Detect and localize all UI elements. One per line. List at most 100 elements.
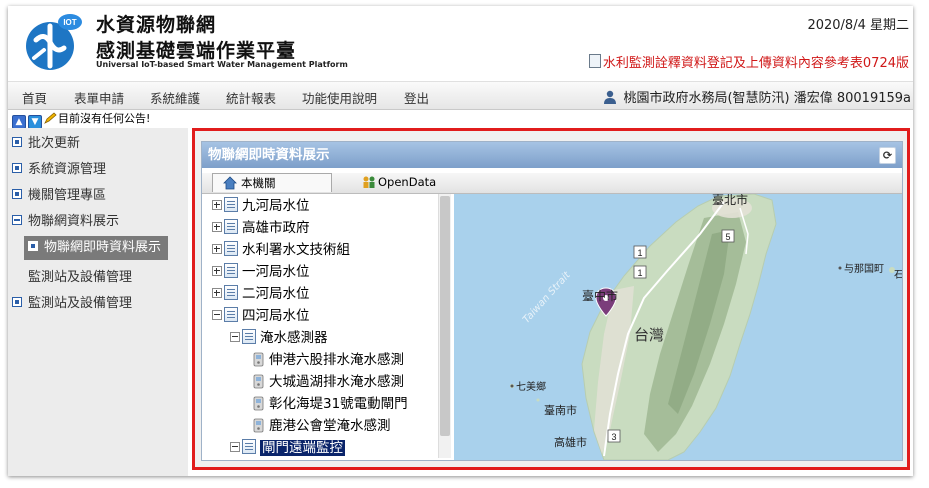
nav-form-application[interactable]: 表單申請 bbox=[74, 88, 124, 107]
tree-node[interactable]: 二河局水位 bbox=[212, 284, 310, 304]
map-label-taipei: 臺北市 bbox=[712, 194, 748, 207]
panel-tab-bar: 本機關 OpenData bbox=[202, 173, 902, 194]
tree-scrollbar-thumb[interactable] bbox=[440, 196, 450, 436]
tree-device[interactable]: 大城過湖排水淹水感測 bbox=[252, 372, 404, 392]
svg-text:3: 3 bbox=[611, 432, 616, 442]
tree-device-label: 鹿港公會堂淹水感測 bbox=[269, 418, 391, 434]
tab-own-agency[interactable]: 本機關 bbox=[212, 173, 332, 192]
sidebar-item-iot-realtime[interactable]: 物聯網即時資料展示 bbox=[24, 236, 168, 260]
scroll-up-button[interactable]: ▲ bbox=[12, 115, 26, 129]
sensor-device-icon bbox=[253, 418, 264, 433]
collapse-icon[interactable] bbox=[212, 310, 222, 320]
tree-node[interactable]: 四河局水位 bbox=[212, 306, 310, 326]
expand-icon[interactable] bbox=[212, 200, 222, 210]
tree-device[interactable]: 伸港六股排水淹水感測 bbox=[252, 350, 404, 370]
nav-user-guide[interactable]: 功能使用說明 bbox=[302, 88, 377, 107]
expand-icon[interactable] bbox=[212, 288, 222, 298]
tree-node-group[interactable]: 淹水感測器 bbox=[230, 328, 328, 348]
sensor-device-icon bbox=[253, 374, 264, 389]
road-shield-1b: 1 bbox=[633, 265, 647, 279]
svg-text:1: 1 bbox=[637, 248, 642, 258]
collapse-icon bbox=[12, 215, 22, 225]
tree-node[interactable]: 高雄市政府 bbox=[212, 218, 310, 238]
tree-device[interactable]: 彰化海堤31號電動閘門 bbox=[252, 394, 408, 414]
folder-sheet-icon bbox=[224, 285, 238, 300]
tab-opendata[interactable]: OpenData bbox=[362, 173, 436, 192]
tab-opendata-label: OpenData bbox=[378, 175, 437, 189]
road-shield-1: 1 bbox=[633, 245, 647, 259]
sidebar-item-label: 批次更新 bbox=[28, 136, 81, 151]
folder-sheet-icon bbox=[242, 439, 256, 454]
bullet-icon bbox=[12, 137, 22, 147]
nav-statistics-report[interactable]: 統計報表 bbox=[226, 88, 276, 107]
taiwan-map: 5 1 1 3 臺北市 臺中市 台灣 Taiwan Strait 七美鄉 臺南市… bbox=[454, 194, 902, 460]
current-user-text: 桃園市政府水務局(智慧防汛) 潘宏偉 80019159a bbox=[623, 91, 911, 106]
sidebar-item-batch-update[interactable]: 批次更新 bbox=[12, 132, 80, 151]
metadata-reference-link-text: 水利監測詮釋資料登記及上傳資料內容參考表0724版 bbox=[602, 56, 909, 71]
nav-logout[interactable]: 登出 bbox=[404, 88, 429, 107]
sidebar-item-label: 機關管理專區 bbox=[28, 188, 107, 203]
nav-system-maintenance[interactable]: 系統維護 bbox=[150, 88, 200, 107]
collapse-icon[interactable] bbox=[230, 442, 240, 452]
panel-title: 物聯網即時資料展示 bbox=[208, 147, 330, 163]
tree-device[interactable]: 鹿港公會堂淹水感測 bbox=[252, 416, 391, 436]
tree-node-label: 淹水感測器 bbox=[260, 330, 328, 346]
sidebar-item-system-resources[interactable]: 系統資源管理 bbox=[12, 158, 106, 177]
top-nav-bar: 首頁 表單申請 系統維護 統計報表 功能使用說明 登出 桃園市政府水務局(智慧防… bbox=[8, 81, 913, 110]
tree-node-selected[interactable]: 閘門遠端監控 bbox=[230, 438, 345, 458]
app-window: IOT 水資源物聯網 感測基礎雲端作業平臺 Universal IoT-base… bbox=[8, 6, 913, 476]
people-icon bbox=[363, 176, 375, 188]
tree-node-label: 九河局水位 bbox=[242, 198, 310, 214]
map-label-taiwan: 台灣 bbox=[634, 326, 664, 344]
refresh-button[interactable]: ⟳ bbox=[879, 147, 896, 164]
tab-own-agency-label: 本機關 bbox=[241, 176, 276, 190]
home-icon bbox=[223, 176, 237, 190]
tree-scrollbar[interactable] bbox=[438, 194, 451, 458]
sidebar-item-station-equipment[interactable]: 監測站及設備管理 bbox=[12, 292, 132, 311]
nav-home[interactable]: 首頁 bbox=[22, 88, 47, 107]
tree-node-label: 高雄市政府 bbox=[242, 220, 310, 236]
expand-icon[interactable] bbox=[212, 222, 222, 232]
bullet-icon bbox=[12, 297, 22, 307]
svg-text:5: 5 bbox=[725, 232, 730, 242]
sidebar-item-station-equipment-sub[interactable]: 監測站及設備管理 bbox=[28, 266, 132, 285]
tree-node[interactable]: 九河局水位 bbox=[212, 196, 310, 216]
sidebar-item-iot-data-display[interactable]: 物聯網資料展示 bbox=[12, 210, 119, 229]
folder-sheet-icon bbox=[224, 197, 238, 212]
road-shield-3: 3 bbox=[607, 429, 621, 443]
tree-node-label: 一河局水位 bbox=[242, 264, 310, 280]
folder-sheet-icon bbox=[224, 241, 238, 256]
sensor-device-icon bbox=[253, 352, 264, 367]
map-label-yonaguni: 与那国町 bbox=[844, 263, 884, 275]
folder-sheet-icon bbox=[224, 263, 238, 278]
sensor-device-icon bbox=[253, 396, 264, 411]
bullet-icon bbox=[12, 189, 22, 199]
tree-node[interactable]: 水利署水文技術組 bbox=[212, 240, 350, 260]
map-label-qimei: 七美鄉 bbox=[516, 380, 546, 393]
svg-text:1: 1 bbox=[637, 268, 642, 278]
expand-icon[interactable] bbox=[212, 266, 222, 276]
map-view[interactable]: 5 1 1 3 臺北市 臺中市 台灣 Taiwan Strait 七美鄉 臺南市… bbox=[454, 194, 902, 460]
metadata-reference-link[interactable]: 水利監測詮釋資料登記及上傳資料內容參考表0724版 bbox=[588, 52, 909, 71]
announcement-bar: ▲ ▼ 目前沒有任何公告! bbox=[12, 110, 150, 129]
expand-icon[interactable] bbox=[212, 244, 222, 254]
document-icon bbox=[588, 54, 601, 68]
tree-node-label: 閘門遠端監控 bbox=[260, 440, 345, 456]
highlight-frame: 物聯網即時資料展示 ⟳ 本機關 OpenData 九河局水位 高雄市政府 水利署… bbox=[192, 128, 910, 470]
tree-node[interactable]: 一河局水位 bbox=[212, 262, 310, 282]
sidebar-item-agency-management[interactable]: 機關管理專區 bbox=[12, 184, 106, 203]
user-icon bbox=[604, 90, 617, 104]
scroll-down-button[interactable]: ▼ bbox=[28, 115, 42, 129]
current-user: 桃園市政府水務局(智慧防汛) 潘宏偉 80019159a bbox=[603, 87, 911, 106]
bullet-icon bbox=[28, 241, 38, 251]
station-tree: 九河局水位 高雄市政府 水利署水文技術組 一河局水位 二河局水位 四河局水位 淹… bbox=[208, 194, 442, 458]
iot-realtime-panel: 物聯網即時資料展示 ⟳ 本機關 OpenData 九河局水位 高雄市政府 水利署… bbox=[201, 141, 903, 461]
site-subtitle: Universal IoT-based Smart Water Manageme… bbox=[96, 60, 348, 69]
folder-sheet-icon bbox=[224, 307, 238, 322]
pencil-icon bbox=[44, 112, 57, 124]
bullet-icon bbox=[12, 163, 22, 173]
sidebar-item-label: 物聯網資料展示 bbox=[28, 214, 120, 229]
collapse-icon[interactable] bbox=[230, 332, 240, 342]
road-shield-5: 5 bbox=[721, 229, 735, 243]
sidebar-item-label: 物聯網即時資料展示 bbox=[44, 240, 162, 255]
